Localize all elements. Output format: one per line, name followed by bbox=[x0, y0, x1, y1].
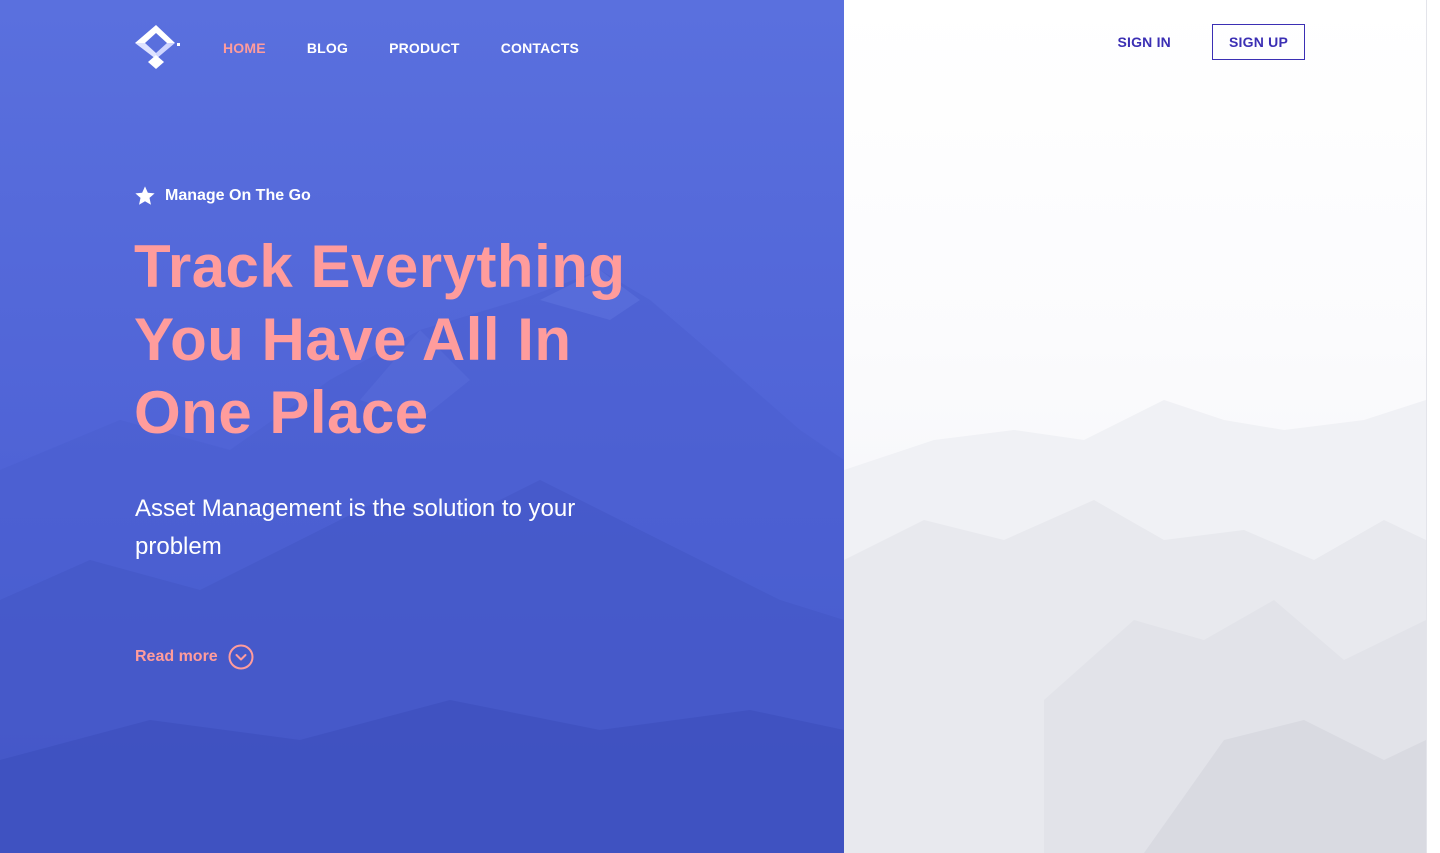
nav-item-contacts[interactable]: CONTACTS bbox=[501, 39, 579, 57]
auth-links: SIGN IN SIGN UP bbox=[1117, 24, 1305, 60]
landing-page: HOME BLOG PRODUCT CONTACTS SIGN IN SIGN … bbox=[0, 0, 1440, 853]
nav-item-blog[interactable]: BLOG bbox=[307, 39, 348, 57]
headline-line-1: Track Everything bbox=[134, 233, 626, 300]
read-more-label: Read more bbox=[135, 648, 218, 665]
read-more-link[interactable]: Read more bbox=[135, 644, 254, 670]
hero-right-panel bbox=[844, 0, 1426, 853]
hero-tagline: Manage On The Go bbox=[134, 185, 311, 207]
chevron-down-circle-icon bbox=[228, 644, 254, 670]
hero-headline: Track Everything You Have All In One Pla… bbox=[134, 230, 754, 449]
headline-line-3: One Place bbox=[134, 379, 429, 446]
main-nav: HOME BLOG PRODUCT CONTACTS bbox=[223, 39, 620, 57]
headline-line-2: You Have All In bbox=[134, 306, 572, 373]
star-icon bbox=[135, 186, 155, 205]
mountain-background-right bbox=[844, 400, 1426, 853]
hero-subtitle: Asset Management is the solution to your… bbox=[135, 495, 576, 560]
page-right-edge bbox=[1426, 0, 1440, 853]
tagline-text: Manage On The Go bbox=[165, 187, 311, 204]
sign-up-button[interactable]: SIGN UP bbox=[1212, 24, 1305, 60]
nav-item-home[interactable]: HOME bbox=[223, 39, 266, 57]
sign-in-link[interactable]: SIGN IN bbox=[1117, 34, 1171, 50]
diamond-arrow-logo-icon[interactable] bbox=[133, 24, 183, 70]
nav-item-product[interactable]: PRODUCT bbox=[389, 39, 460, 57]
